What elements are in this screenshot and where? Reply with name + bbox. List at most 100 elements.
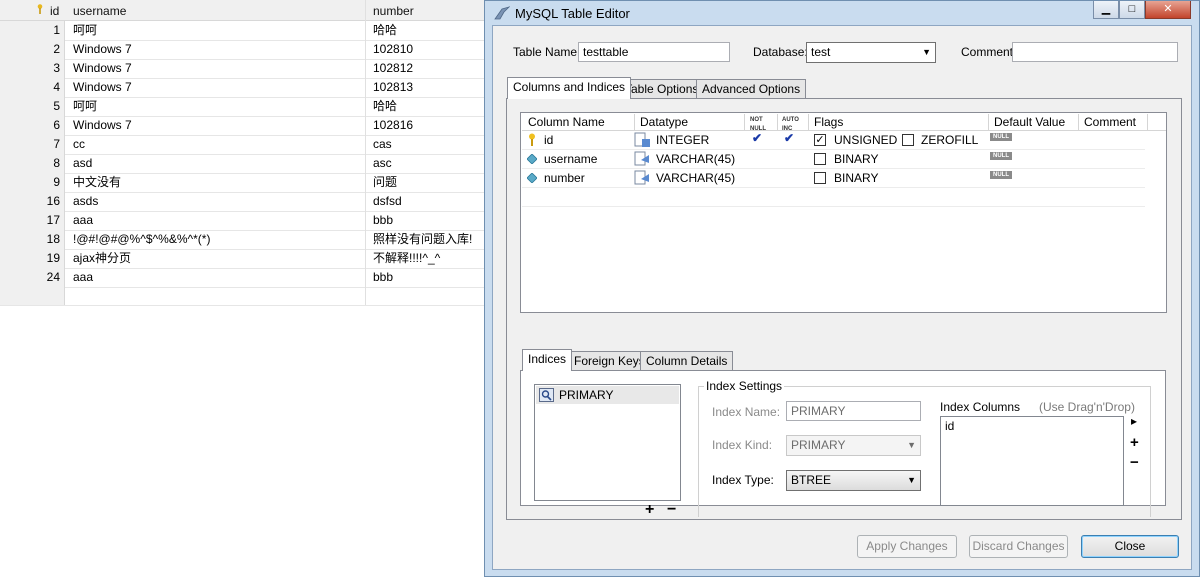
grid-cell-id[interactable]: 19: [0, 249, 65, 268]
grid-cell-id[interactable]: 24: [0, 268, 65, 287]
index-name-input[interactable]: PRIMARY: [786, 401, 921, 421]
remove-index-icon[interactable]: −: [667, 502, 676, 518]
grid-cell-username[interactable]: aaa: [73, 211, 93, 230]
header-flags[interactable]: Flags: [814, 115, 843, 129]
grid-cell-username[interactable]: Windows 7: [73, 78, 132, 97]
grid-empty-row[interactable]: [0, 286, 486, 306]
column-row-new[interactable]: [522, 188, 1145, 207]
header-datatype[interactable]: Datatype: [640, 115, 688, 129]
header-default-value[interactable]: Default Value: [994, 115, 1065, 129]
grid-cell-id[interactable]: 1: [0, 21, 65, 40]
grid-row[interactable]: 3 Windows 7 102812: [0, 59, 486, 79]
grid-row[interactable]: 7 cc cas: [0, 135, 486, 155]
grid-cell-id[interactable]: 5: [0, 97, 65, 116]
comment-input[interactable]: [1012, 42, 1178, 62]
index-type-select[interactable]: BTREE ▼: [786, 470, 921, 491]
grid-cell-username[interactable]: Windows 7: [73, 59, 132, 78]
add-column-icon[interactable]: +: [1130, 434, 1139, 451]
index-kind-select[interactable]: PRIMARY ▼: [786, 435, 921, 456]
grid-row[interactable]: 5 呵呵 哈哈: [0, 97, 486, 117]
grid-row[interactable]: 9 中文没有 问题: [0, 173, 486, 193]
default-null-badge[interactable]: NULL: [990, 133, 1012, 141]
column-row-id[interactable]: id INTEGER ✔ ✔ ✓ UNSIGNED ZEROFILL NULL: [522, 131, 1145, 150]
grid-header-username[interactable]: username: [73, 4, 126, 18]
unsigned-checkbox[interactable]: ✓: [814, 134, 826, 146]
auto-inc-check-icon[interactable]: ✔: [784, 131, 794, 145]
binary-checkbox[interactable]: [814, 153, 826, 165]
zerofill-checkbox[interactable]: [902, 134, 914, 146]
binary-checkbox[interactable]: [814, 172, 826, 184]
grid-cell-username[interactable]: 呵呵: [73, 21, 97, 40]
grid-cell-id[interactable]: 16: [0, 192, 65, 211]
grid-cell-id[interactable]: 6: [0, 116, 65, 135]
grid-row[interactable]: 6 Windows 7 102816: [0, 116, 486, 136]
grid-cell-id[interactable]: 3: [0, 59, 65, 78]
grid-cell-username[interactable]: 中文没有: [73, 173, 121, 192]
grid-cell-username[interactable]: cc: [73, 135, 85, 154]
index-columns-list[interactable]: id: [940, 416, 1124, 506]
grid-cell-number[interactable]: 102810: [373, 40, 486, 59]
grid-cell-number[interactable]: 不解释!!!!^_^: [373, 249, 486, 268]
grid-cell-username[interactable]: asd: [73, 154, 92, 173]
header-not-null[interactable]: NOT NULL: [750, 114, 766, 132]
grid-row[interactable]: 2 Windows 7 102810: [0, 40, 486, 60]
grid-cell-username[interactable]: 呵呵: [73, 97, 97, 116]
header-auto-inc[interactable]: AUTO INC: [782, 114, 799, 132]
grid-cell-number[interactable]: bbb: [373, 211, 486, 230]
add-index-icon[interactable]: +: [645, 502, 654, 518]
grid-cell-number[interactable]: 哈哈: [373, 97, 486, 116]
remove-column-icon[interactable]: −: [1130, 454, 1139, 471]
grid-header-number[interactable]: number: [373, 4, 414, 18]
index-column-item[interactable]: id: [945, 419, 954, 433]
move-column-icon[interactable]: ▸: [1131, 414, 1137, 428]
grid-cell-number[interactable]: 102812: [373, 59, 486, 78]
grid-cell-id[interactable]: 2: [0, 40, 65, 59]
discard-changes-button[interactable]: Discard Changes: [969, 535, 1068, 558]
index-list-item[interactable]: PRIMARY: [536, 386, 679, 404]
grid-cell-number[interactable]: 哈哈: [373, 21, 486, 40]
grid-cell-id[interactable]: 9: [0, 173, 65, 192]
grid-cell-number[interactable]: 102816: [373, 116, 486, 135]
grid-header-id[interactable]: id: [50, 4, 59, 18]
tab-advanced-options[interactable]: Advanced Options: [696, 79, 807, 99]
grid-cell-username[interactable]: asds: [73, 192, 98, 211]
grid-row[interactable]: 16 asds dsfsd: [0, 192, 486, 212]
grid-cell-username[interactable]: Windows 7: [73, 116, 132, 135]
grid-cell-number[interactable]: bbb: [373, 268, 486, 287]
grid-cell-id[interactable]: 18: [0, 230, 65, 249]
grid-cell-number[interactable]: cas: [373, 135, 486, 154]
grid-row[interactable]: 4 Windows 7 102813: [0, 78, 486, 98]
table-name-input[interactable]: testtable: [578, 42, 730, 62]
grid-cell-number[interactable]: 102813: [373, 78, 486, 97]
close-button[interactable]: Close: [1081, 535, 1179, 558]
tab-foreign-keys[interactable]: Foreign Keys: [568, 351, 651, 371]
header-column-name[interactable]: Column Name: [528, 115, 605, 129]
minimize-button[interactable]: ▁: [1093, 1, 1119, 19]
grid-row[interactable]: 19 ajax神分页 不解释!!!!^_^: [0, 249, 486, 269]
tab-table-options[interactable]: Table Options: [619, 79, 705, 99]
grid-cell-id[interactable]: 7: [0, 135, 65, 154]
default-null-badge[interactable]: NULL: [990, 152, 1012, 160]
grid-cell-username[interactable]: !@#!@#@%^$^%&%^*(*): [73, 230, 210, 249]
grid-cell-id[interactable]: 4: [0, 78, 65, 97]
not-null-check-icon[interactable]: ✔: [752, 131, 762, 145]
close-window-button[interactable]: ✕: [1145, 1, 1191, 19]
grid-cell-number[interactable]: 照样没有问题入库!: [373, 230, 486, 249]
header-comment[interactable]: Comment: [1084, 115, 1136, 129]
grid-cell-number[interactable]: dsfsd: [373, 192, 486, 211]
grid-cell-number[interactable]: 问题: [373, 173, 486, 192]
grid-row[interactable]: 8 asd asc: [0, 154, 486, 174]
tab-column-details[interactable]: Column Details: [640, 351, 734, 371]
column-row-number[interactable]: number VARCHAR(45) BINARY NULL: [522, 169, 1145, 188]
grid-cell-username[interactable]: Windows 7: [73, 40, 132, 59]
grid-row[interactable]: 1 呵呵 哈哈: [0, 21, 486, 41]
tab-columns-and-indices[interactable]: Columns and Indices: [507, 77, 632, 99]
grid-cell-id[interactable]: 8: [0, 154, 65, 173]
column-row-username[interactable]: username VARCHAR(45) BINARY NULL: [522, 150, 1145, 169]
grid-cell-username[interactable]: ajax神分页: [73, 249, 131, 268]
database-select[interactable]: test ▼: [806, 42, 936, 63]
grid-row[interactable]: 17 aaa bbb: [0, 211, 486, 231]
title-bar[interactable]: MySQL Table Editor ▁ □ ✕: [485, 1, 1199, 25]
maximize-button[interactable]: □: [1119, 1, 1145, 19]
grid-row[interactable]: 24 aaa bbb: [0, 268, 486, 288]
